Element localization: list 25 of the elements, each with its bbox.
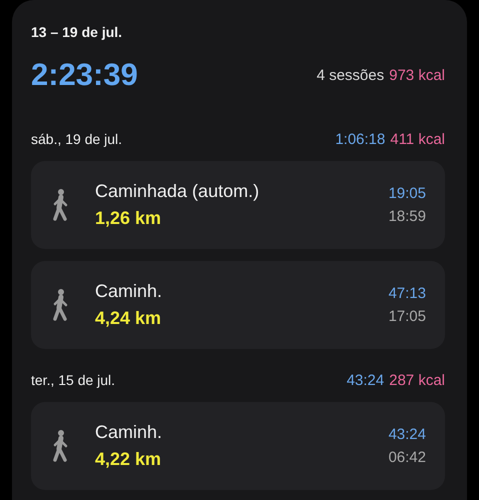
day-date: ter., 15 de jul. bbox=[31, 372, 116, 388]
workout-duration: 19:05 bbox=[388, 185, 426, 202]
workout-name: Caminh. bbox=[95, 422, 164, 443]
start-time: 17:05 bbox=[388, 308, 426, 325]
start-time: 06:42 bbox=[388, 449, 426, 466]
total-time: 2:23:39 bbox=[31, 57, 138, 93]
workout-name: Caminh. bbox=[95, 281, 164, 302]
day-calories: 287 kcal bbox=[389, 372, 445, 388]
day-calories: 411 kcal bbox=[390, 130, 445, 148]
workout-distance: 1,26 km bbox=[95, 208, 162, 229]
day-duration: 43:24 bbox=[346, 372, 384, 388]
workout-distance: 4,22 km bbox=[95, 449, 162, 470]
total-calories: 973 kcal bbox=[389, 66, 445, 84]
workout-card[interactable]: Caminh. 4,24 km 47:13 17:05 bbox=[31, 261, 445, 349]
week-range: 13 – 19 de jul. bbox=[31, 23, 122, 42]
workout-distance: 4,24 km bbox=[95, 308, 162, 329]
day-date: sáb., 19 de jul. bbox=[31, 131, 122, 147]
start-time: 18:59 bbox=[388, 208, 426, 225]
workout-duration: 47:13 bbox=[388, 285, 426, 302]
workout-card[interactable]: Caminh. 4,22 km 43:24 06:42 bbox=[31, 402, 445, 490]
day-duration: 1:06:18 bbox=[335, 130, 386, 148]
session-count: 4 sessões bbox=[316, 66, 384, 84]
workout-name: Caminhada (autom.) bbox=[95, 181, 260, 202]
workout-duration: 43:24 bbox=[388, 426, 426, 443]
workout-card[interactable]: Caminhada (autom.) 1,26 km 19:05 18:59 bbox=[31, 161, 445, 249]
